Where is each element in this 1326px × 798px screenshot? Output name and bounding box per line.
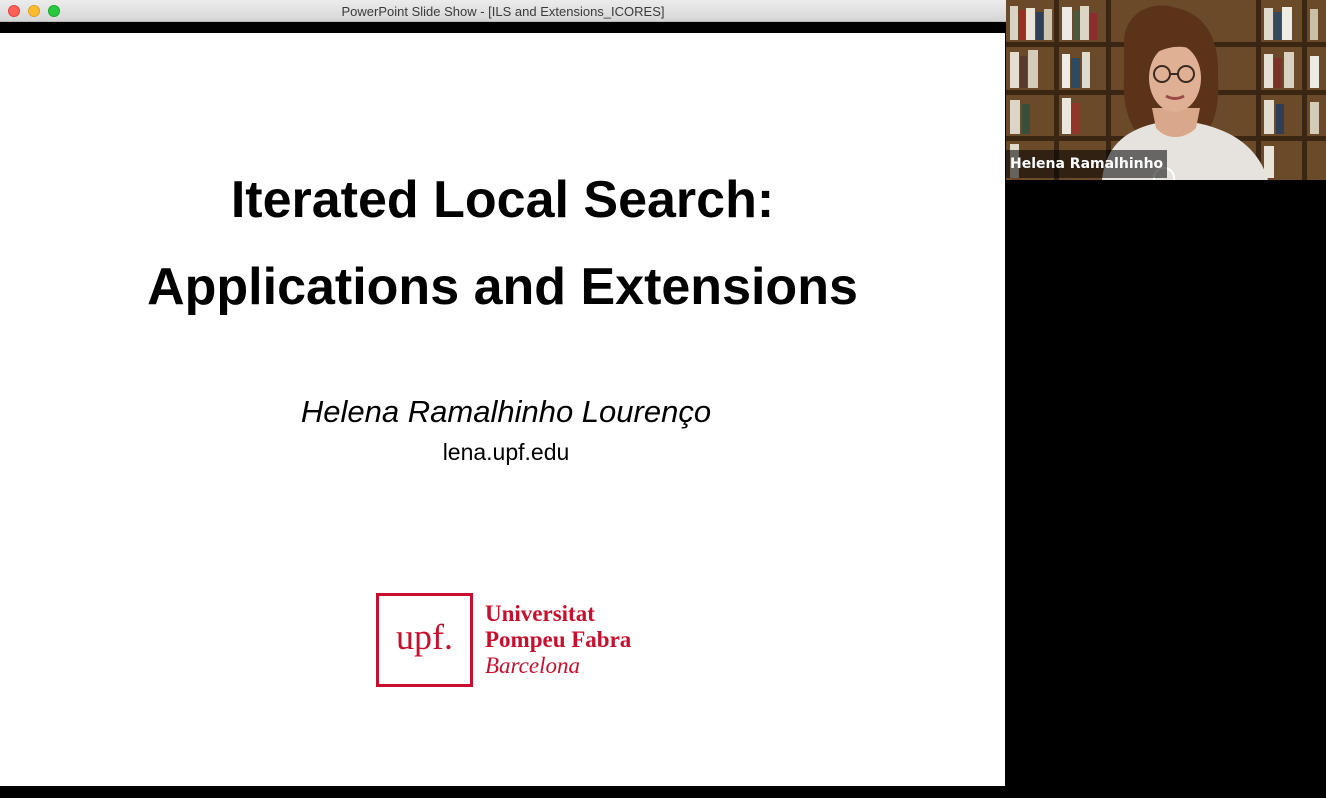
slide[interactable]: Iterated Local Search: Applications and … — [0, 33, 1005, 786]
slide-title-line1: Iterated Local Search: — [230, 171, 775, 229]
window-title: PowerPoint Slide Show - [ILS and Extensi… — [341, 4, 665, 19]
slideshow-window: PowerPoint Slide Show - [ILS and Extensi… — [0, 0, 1006, 798]
upf-logo-mark: upf. — [396, 617, 453, 657]
slide-email: lena.upf.edu — [442, 439, 570, 465]
upf-logo-line1: Universitat — [485, 601, 595, 626]
window-titlebar[interactable]: PowerPoint Slide Show - [ILS and Extensi… — [0, 0, 1006, 22]
upf-logo-line2: Pompeu Fabra — [485, 627, 632, 652]
slide-author: Helena Ramalhinho Lourenço — [300, 394, 712, 429]
upf-logo-line3: Barcelona — [485, 653, 580, 678]
slide-title-line2: Applications and Extensions — [147, 258, 858, 316]
participant-video-tile[interactable]: Helena Ramalhinho — [1006, 0, 1326, 180]
upf-logo: upf. Universitat Pompeu Fabra Barcelona — [376, 593, 666, 687]
participant-name-tag: Helena Ramalhinho — [1006, 150, 1168, 178]
